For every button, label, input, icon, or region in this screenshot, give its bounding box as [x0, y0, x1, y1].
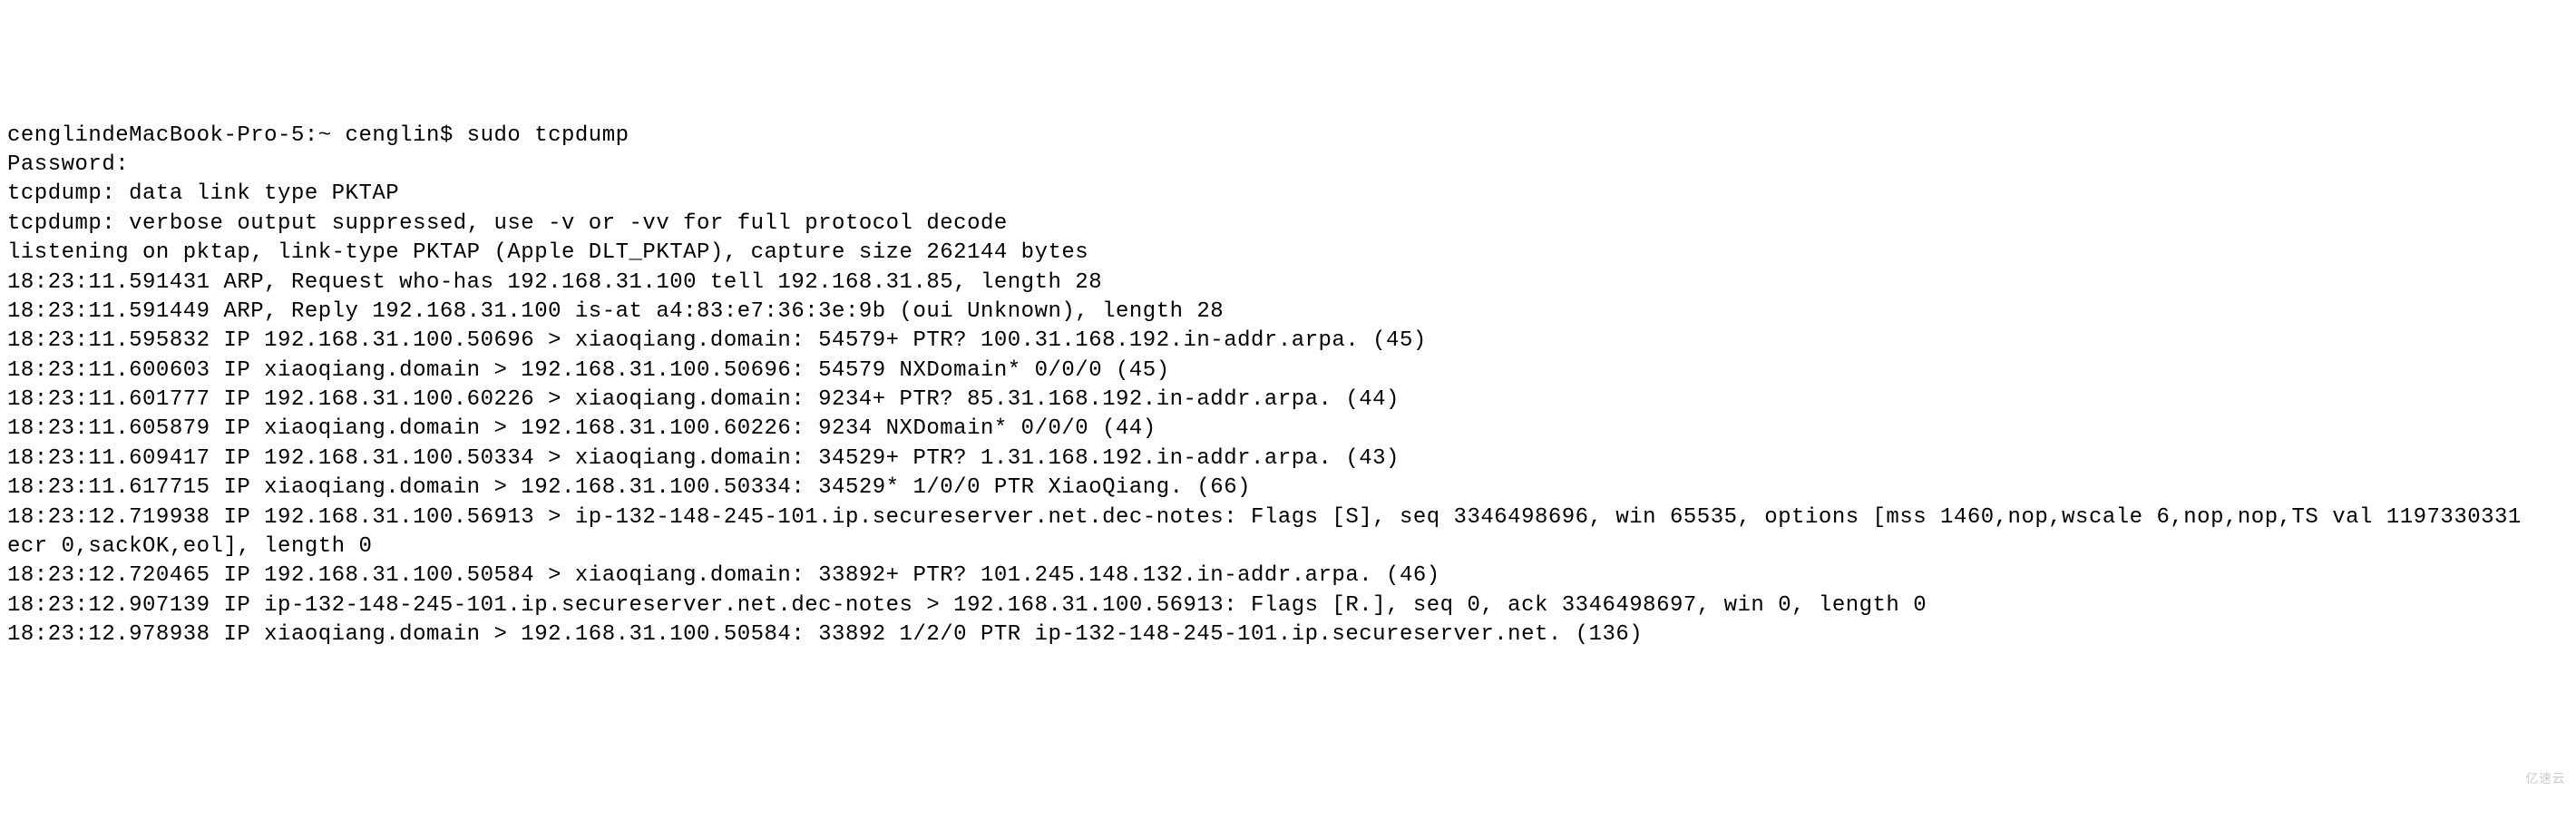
terminal-line: tcpdump: data link type PKTAP: [7, 180, 2569, 209]
terminal-line: 18:23:12.907139 IP ip-132-148-245-101.ip…: [7, 591, 2569, 620]
terminal-line: 18:23:11.591431 ARP, Request who-has 192…: [7, 269, 2569, 298]
terminal-line: Password:: [7, 151, 2569, 180]
terminal-line: 18:23:11.591449 ARP, Reply 192.168.31.10…: [7, 298, 2569, 327]
terminal-output[interactable]: cenglindeMacBook-Pro-5:~ cenglin$ sudo t…: [7, 122, 2569, 650]
terminal-line: 18:23:11.595832 IP 192.168.31.100.50696 …: [7, 327, 2569, 356]
terminal-line: 18:23:12.719938 IP 192.168.31.100.56913 …: [7, 503, 2569, 562]
terminal-line: 18:23:12.978938 IP xiaoqiang.domain > 19…: [7, 620, 2569, 649]
terminal-line: cenglindeMacBook-Pro-5:~ cenglin$ sudo t…: [7, 122, 2569, 151]
terminal-line: tcpdump: verbose output suppressed, use …: [7, 210, 2569, 239]
terminal-line: 18:23:11.601777 IP 192.168.31.100.60226 …: [7, 386, 2569, 415]
terminal-line: 18:23:11.617715 IP xiaoqiang.domain > 19…: [7, 474, 2569, 503]
terminal-line: listening on pktap, link-type PKTAP (App…: [7, 239, 2569, 268]
terminal-line: 18:23:11.609417 IP 192.168.31.100.50334 …: [7, 444, 2569, 474]
watermark-text: 亿速云: [2526, 770, 2566, 787]
terminal-line: 18:23:11.605879 IP xiaoqiang.domain > 19…: [7, 415, 2569, 444]
terminal-line: 18:23:12.720465 IP 192.168.31.100.50584 …: [7, 561, 2569, 591]
terminal-line: 18:23:11.600603 IP xiaoqiang.domain > 19…: [7, 356, 2569, 386]
